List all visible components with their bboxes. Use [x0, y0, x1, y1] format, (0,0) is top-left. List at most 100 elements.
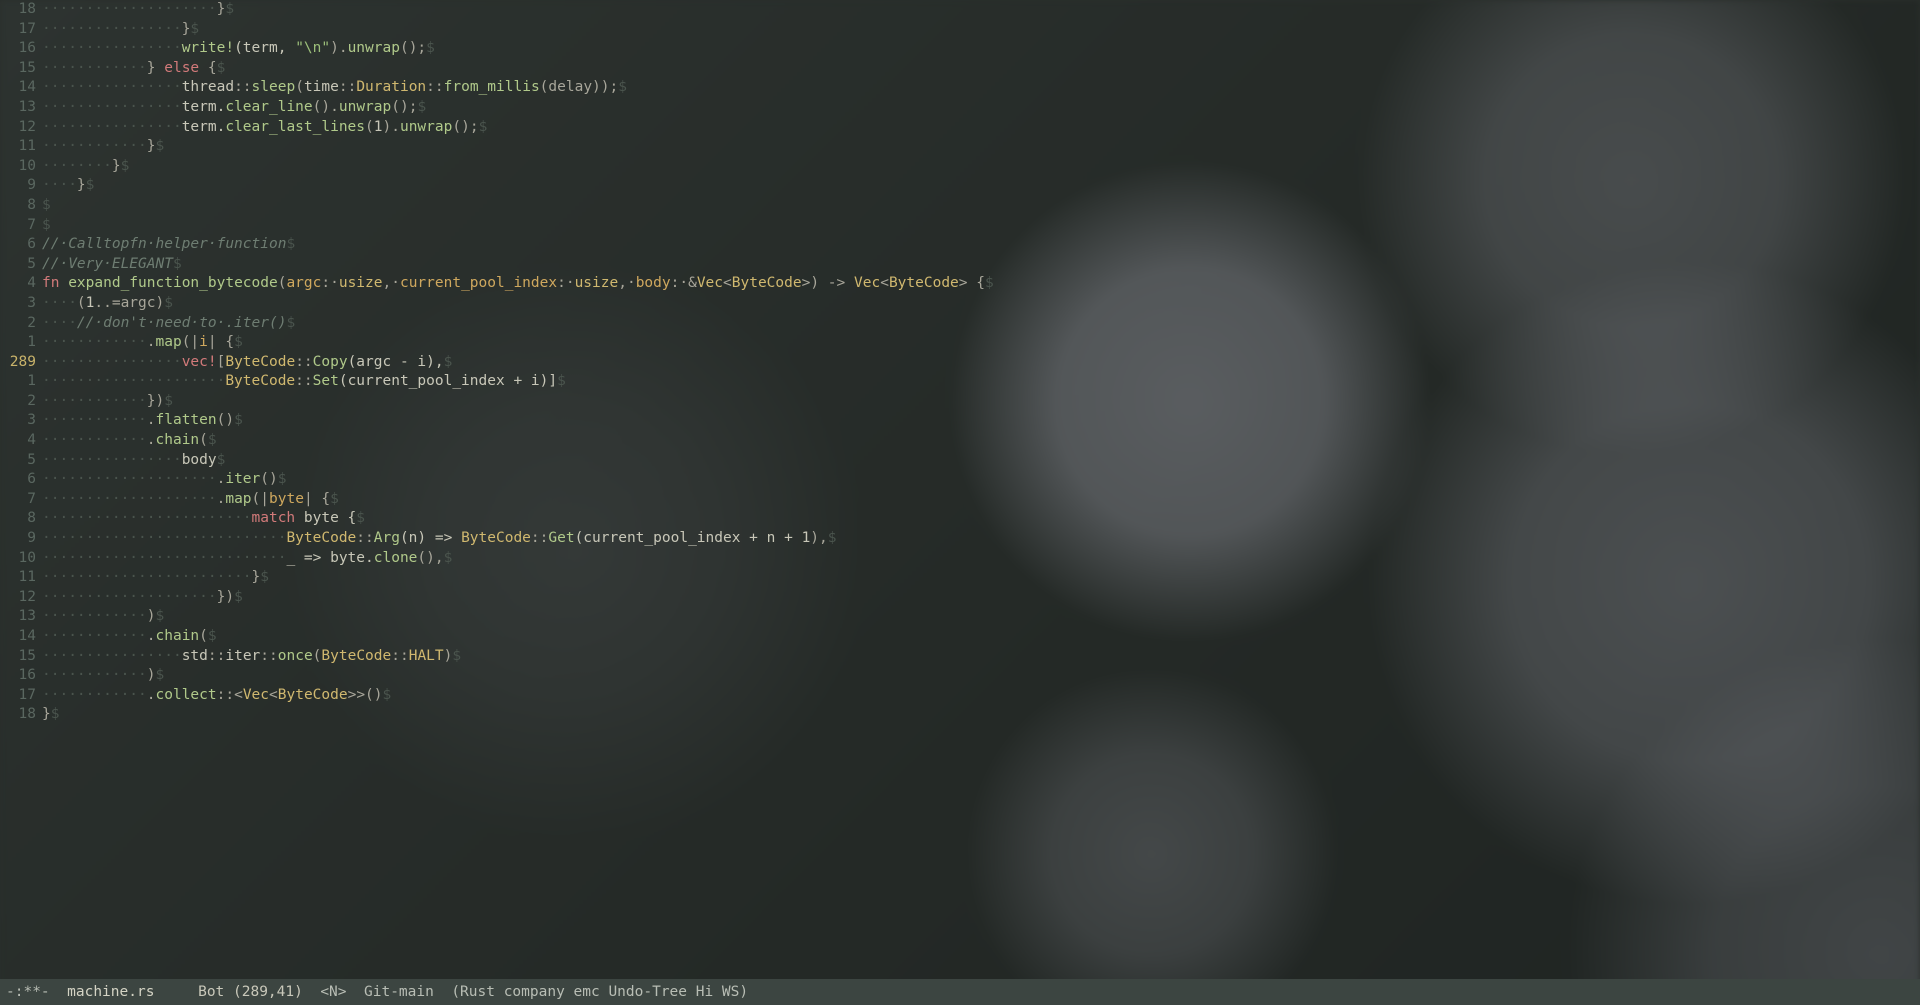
code-line[interactable]: 4············.chain($	[0, 431, 1920, 451]
code-line[interactable]: 8························match byte {$	[0, 509, 1920, 529]
token-punct: {	[199, 60, 216, 76]
code-line[interactable]: 17············.collect::<Vec<ByteCode>>(…	[0, 686, 1920, 706]
token-fnname: unwrap	[339, 99, 391, 115]
code-line[interactable]: 15················std::iter::once(ByteCo…	[0, 647, 1920, 667]
eol-indicator: $	[164, 393, 173, 409]
code-area[interactable]: 18····················}$17··············…	[0, 0, 1920, 979]
token-punct: (),	[417, 550, 443, 566]
code-line[interactable]: 4fn expand_function_bytecode(argc:·usize…	[0, 274, 1920, 294]
code-line[interactable]: 7····················.map(|byte| {$	[0, 490, 1920, 510]
eol-indicator: $	[234, 412, 243, 428]
code-line[interactable]: 3····(1..=argc)$	[0, 294, 1920, 314]
code-line[interactable]: 14············.chain($	[0, 627, 1920, 647]
token-punct: ()	[217, 412, 234, 428]
eol-indicator: $	[479, 119, 488, 135]
eol-indicator: $	[234, 334, 243, 350]
line-number-relative: 2	[0, 314, 42, 334]
code-line[interactable]: 18····················}$	[0, 0, 1920, 20]
code-content: ············.chain($	[42, 627, 1920, 647]
code-line[interactable]: 8$	[0, 196, 1920, 216]
token-plain: time	[304, 79, 339, 95]
code-line[interactable]: 16················write!(term, "\n").unw…	[0, 39, 1920, 59]
whitespace-indicator: ·····················	[42, 373, 225, 389]
code-line[interactable]: 11············}$	[0, 137, 1920, 157]
code-line[interactable]: 11························}$	[0, 568, 1920, 588]
code-line[interactable]: 5················body$	[0, 451, 1920, 471]
token-fnname: collect	[156, 687, 217, 703]
token-comment: //·Calltopfn·helper·function	[42, 236, 286, 252]
eol-indicator: $	[225, 1, 234, 17]
code-line[interactable]: 289················vec![ByteCode::Copy(a…	[0, 353, 1920, 373]
eol-indicator: $	[426, 40, 435, 56]
eol-indicator: $	[557, 373, 566, 389]
code-line[interactable]: 2············})$	[0, 392, 1920, 412]
code-line[interactable]: 1·····················ByteCode::Set(curr…	[0, 372, 1920, 392]
line-number-relative: 8	[0, 509, 42, 529]
code-line[interactable]: 18}$	[0, 705, 1920, 725]
code-line[interactable]: 17················}$	[0, 20, 1920, 40]
token-fnname: clone	[374, 550, 418, 566]
code-line[interactable]: 10····························_ => byte.…	[0, 549, 1920, 569]
code-line[interactable]: 3············.flatten()$	[0, 411, 1920, 431]
whitespace-indicator: ················	[42, 648, 182, 664]
code-content: $	[42, 216, 1920, 236]
token-punct: ::	[339, 79, 356, 95]
token-fnname: from_millis	[444, 79, 540, 95]
eol-indicator: $	[208, 628, 217, 644]
whitespace-indicator: ············	[42, 608, 147, 624]
line-number-relative: 15	[0, 59, 42, 79]
eol-indicator: $	[217, 60, 226, 76]
token-kw: match	[252, 510, 296, 526]
token-ty: ByteCode	[461, 530, 531, 546]
token-punct: ::	[295, 373, 312, 389]
code-line[interactable]: 1············.map(|i| {$	[0, 333, 1920, 353]
code-line[interactable]: 6//·Calltopfn·helper·function$	[0, 235, 1920, 255]
token-ty: Vec	[697, 275, 723, 291]
token-param: i	[199, 334, 208, 350]
eol-indicator: $	[278, 471, 287, 487]
token-plain: term.	[182, 99, 226, 115]
code-line[interactable]: 13············)$	[0, 607, 1920, 627]
code-line[interactable]: 12················term.clear_last_lines(…	[0, 118, 1920, 138]
code-line[interactable]: 15············} else {$	[0, 59, 1920, 79]
code-line[interactable]: 9····}$	[0, 176, 1920, 196]
code-line[interactable]: 10········}$	[0, 157, 1920, 177]
whitespace-indicator: ····················	[42, 589, 217, 605]
whitespace-indicator: ····························	[42, 550, 286, 566]
whitespace-indicator: ················	[42, 119, 182, 135]
code-line[interactable]: 2····//·don't·need·to·.iter()$	[0, 314, 1920, 334]
token-punct: })	[217, 589, 234, 605]
line-number-relative: 17	[0, 686, 42, 706]
whitespace-indicator: ························	[42, 510, 252, 526]
line-number-relative: 16	[0, 666, 42, 686]
code-line[interactable]: 12····················})$	[0, 588, 1920, 608]
code-content: ·····················ByteCode::Set(curre…	[42, 372, 1920, 392]
code-line[interactable]: 9····························ByteCode::A…	[0, 529, 1920, 549]
token-punct: ();	[400, 40, 426, 56]
code-line[interactable]: 7$	[0, 216, 1920, 236]
code-content: ····························_ => byte.cl…	[42, 549, 1920, 569]
code-content: ············} else {$	[42, 59, 1920, 79]
eol-indicator: $	[156, 138, 165, 154]
whitespace-indicator: ····················	[42, 1, 217, 17]
token-punct: ,·	[383, 275, 400, 291]
code-line[interactable]: 14················thread::sleep(time::Du…	[0, 78, 1920, 98]
whitespace-indicator: ················	[42, 40, 182, 56]
token-ty: ByteCode	[321, 648, 391, 664]
token-fnname: clear_line	[225, 99, 312, 115]
code-line[interactable]: 6····················.iter()$	[0, 470, 1920, 490]
whitespace-indicator: ····················	[42, 471, 217, 487]
token-punct: .	[147, 412, 156, 428]
line-number-relative: 9	[0, 529, 42, 549]
eol-indicator: $	[417, 99, 426, 115]
token-punct: ::	[208, 648, 225, 664]
token-punct: :·	[557, 275, 574, 291]
code-line[interactable]: 16············)$	[0, 666, 1920, 686]
eol-indicator: $	[444, 550, 453, 566]
token-punct: (	[199, 628, 208, 644]
line-number-relative: 14	[0, 78, 42, 98]
code-line[interactable]: 5//·Very·ELEGANT$	[0, 255, 1920, 275]
line-number-relative: 12	[0, 588, 42, 608]
token-comment: //·don't·need·to·.iter()	[77, 315, 287, 331]
code-line[interactable]: 13················term.clear_line().unwr…	[0, 98, 1920, 118]
